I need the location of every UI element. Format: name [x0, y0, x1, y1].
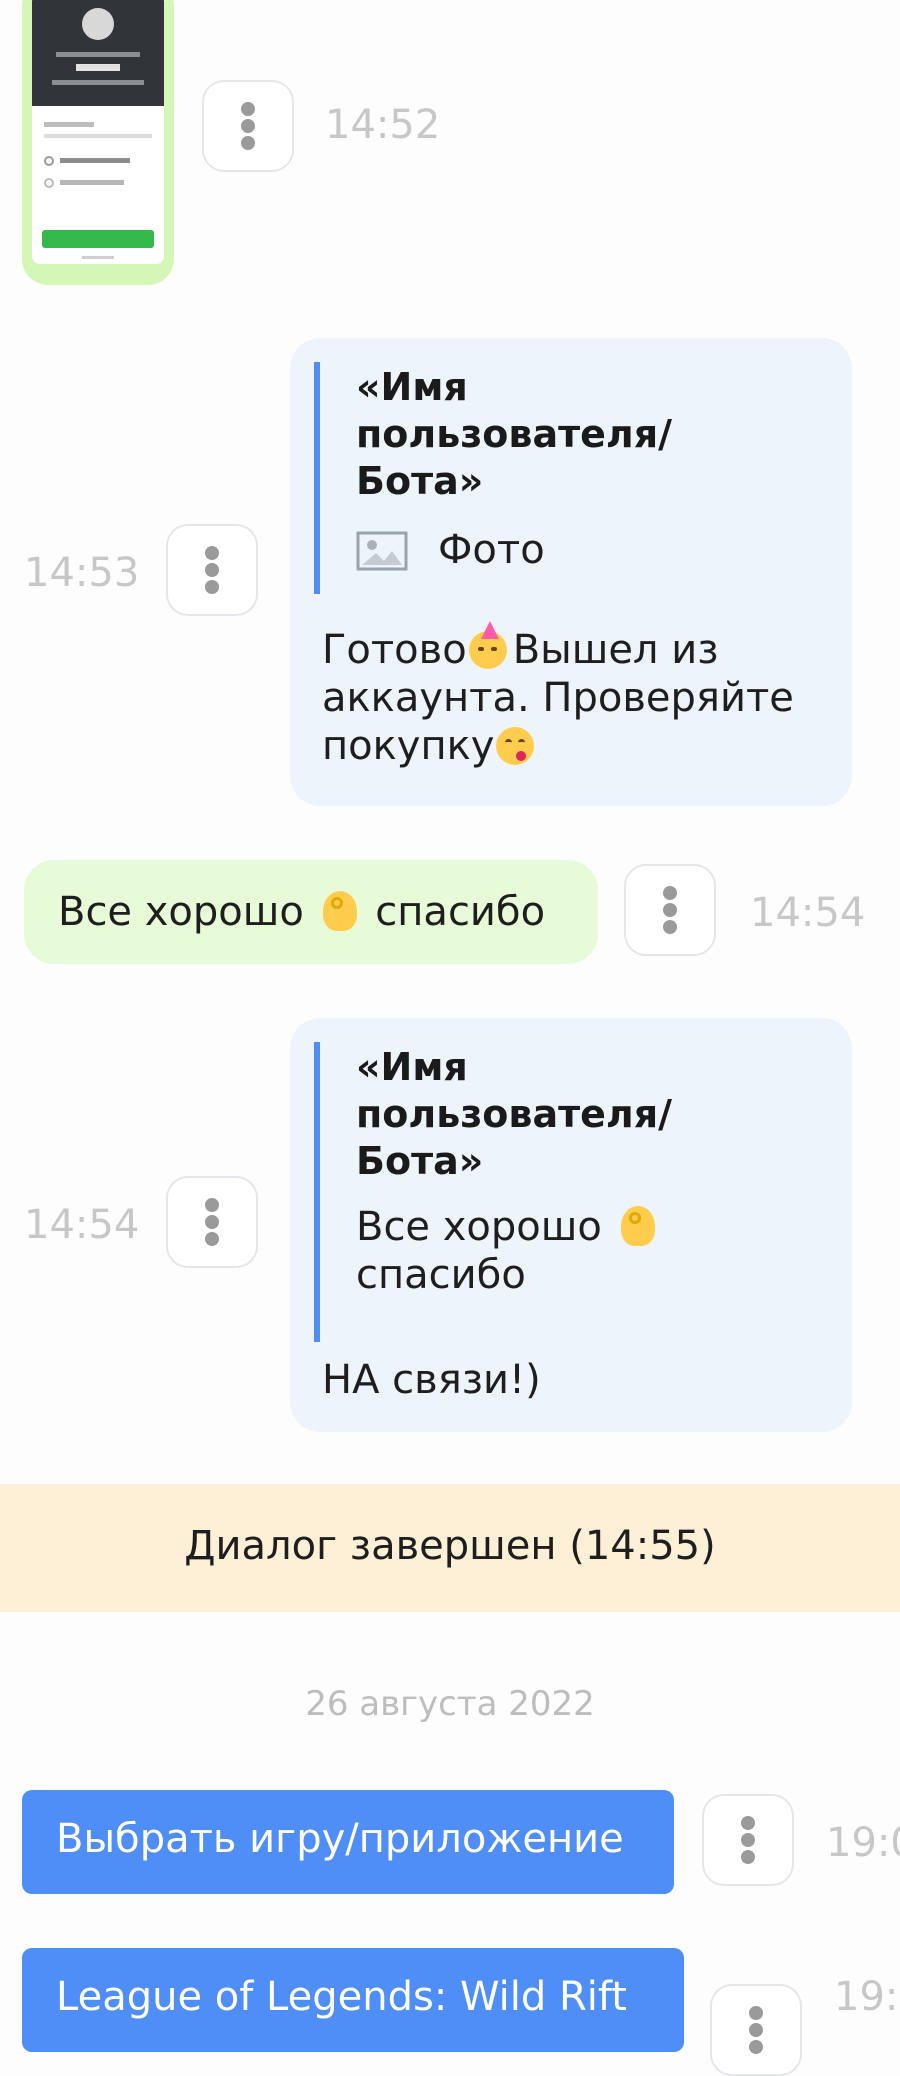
incoming-message-bubble[interactable]: «Имя пользователя/ Бота» Все хорошо спас… [290, 1018, 852, 1432]
image-icon [356, 531, 408, 575]
incoming-message-bubble[interactable]: «Имя пользователя/ Бота» Фото Готово Выш… [290, 338, 852, 806]
thumbnail-text-line [44, 122, 94, 127]
thumbnail-text-line [60, 158, 130, 163]
bot-button-label: League of Legends: Wild Rift [56, 1974, 627, 2020]
message-time: 19:0 [826, 1820, 900, 1866]
thumbnail-text-line [56, 52, 140, 57]
thumbnail-logo [82, 8, 114, 40]
thumbnail-text-line [60, 180, 124, 185]
quote-attachment: Фото [356, 527, 834, 575]
outgoing-message-bubble[interactable]: Все хорошо спасибо [24, 860, 598, 964]
reply-quote[interactable]: «Имя пользователя/ Бота» Фото [314, 362, 834, 594]
more-vertical-icon [205, 1198, 219, 1246]
quote-author-name: «Имя пользователя/ Бота» [356, 1045, 673, 1183]
more-vertical-icon [741, 1816, 755, 1864]
thumbnail-radio-option [44, 178, 54, 188]
more-vertical-icon [663, 886, 677, 934]
message-menu-button[interactable] [166, 524, 258, 616]
ok-hand-emoji [322, 891, 357, 931]
thumbnail-dark-header [32, 0, 164, 106]
quote-attachment-label: Фото [438, 527, 545, 573]
more-vertical-icon [205, 546, 219, 594]
yum-face-emoji [496, 727, 535, 765]
dialog-status-text: Диалог завершен (14:55) [184, 1523, 716, 1569]
photo-thumbnail[interactable] [32, 0, 164, 264]
message-time: 14:53 [24, 550, 140, 596]
thumbnail-text-line [44, 134, 152, 138]
message-time: 14:54 [750, 890, 866, 936]
ok-hand-emoji [620, 1206, 655, 1246]
quote-text: Все хорошо спасибо [356, 1203, 834, 1299]
quote-author-name: «Имя пользователя/ Бота» [356, 365, 673, 503]
message-time: 14:54 [24, 1202, 140, 1248]
bot-button-choose-app[interactable]: Выбрать игру/приложение [22, 1790, 674, 1894]
message-menu-button[interactable] [624, 864, 716, 956]
message-menu-button[interactable] [166, 1176, 258, 1268]
more-vertical-icon [749, 2006, 763, 2054]
thumbnail-text-line [76, 64, 120, 71]
thumbnail-green-button [42, 230, 154, 248]
message-time: 14:52 [325, 102, 441, 148]
reply-quote[interactable]: «Имя пользователя/ Бота» Все хорошо спас… [314, 1042, 834, 1342]
more-vertical-icon [241, 102, 255, 150]
message-text: Все хорошо спасибо [58, 889, 546, 935]
message-text: НА связи!) [322, 1357, 541, 1403]
bot-button-game[interactable]: League of Legends: Wild Rift [22, 1948, 684, 2052]
thumbnail-radio-option [44, 156, 54, 166]
party-face-emoji [468, 621, 507, 669]
thumbnail-text-line [52, 80, 144, 85]
message-text: Готово Вышел из аккаунта. Проверяйте пок… [322, 621, 842, 770]
thumbnail-text-line [82, 256, 114, 259]
message-menu-button[interactable] [202, 80, 294, 172]
message-menu-button[interactable] [702, 1794, 794, 1886]
bot-button-label: Выбрать игру/приложение [56, 1816, 624, 1862]
message-menu-button[interactable] [710, 1984, 802, 2076]
message-time: 19: [834, 1974, 899, 2020]
dialog-status-banner: Диалог завершен (14:55) [0, 1484, 900, 1612]
photo-message[interactable] [22, 0, 174, 285]
date-separator: 26 августа 2022 [305, 1684, 595, 1724]
